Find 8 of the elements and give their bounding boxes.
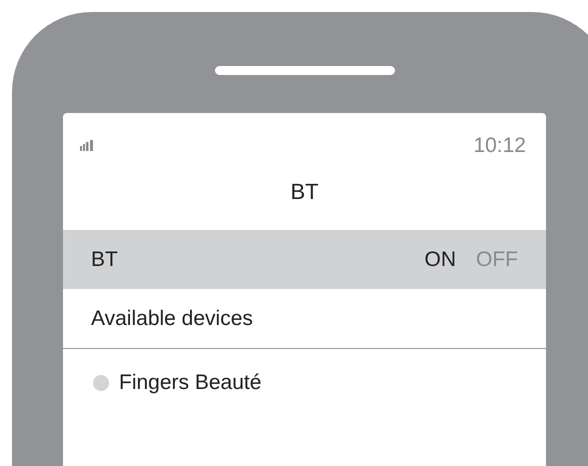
device-name[interactable]: Fingers Beauté [119, 371, 262, 395]
screen-title: BT [290, 179, 319, 205]
toggle-option[interactable]: ON [424, 248, 456, 272]
clock-time: 10:12 [473, 134, 526, 158]
device-dot-icon [93, 375, 109, 391]
signal-icon [80, 140, 94, 152]
setting-label: BT [91, 248, 119, 272]
section-title: Available devices [91, 306, 253, 330]
